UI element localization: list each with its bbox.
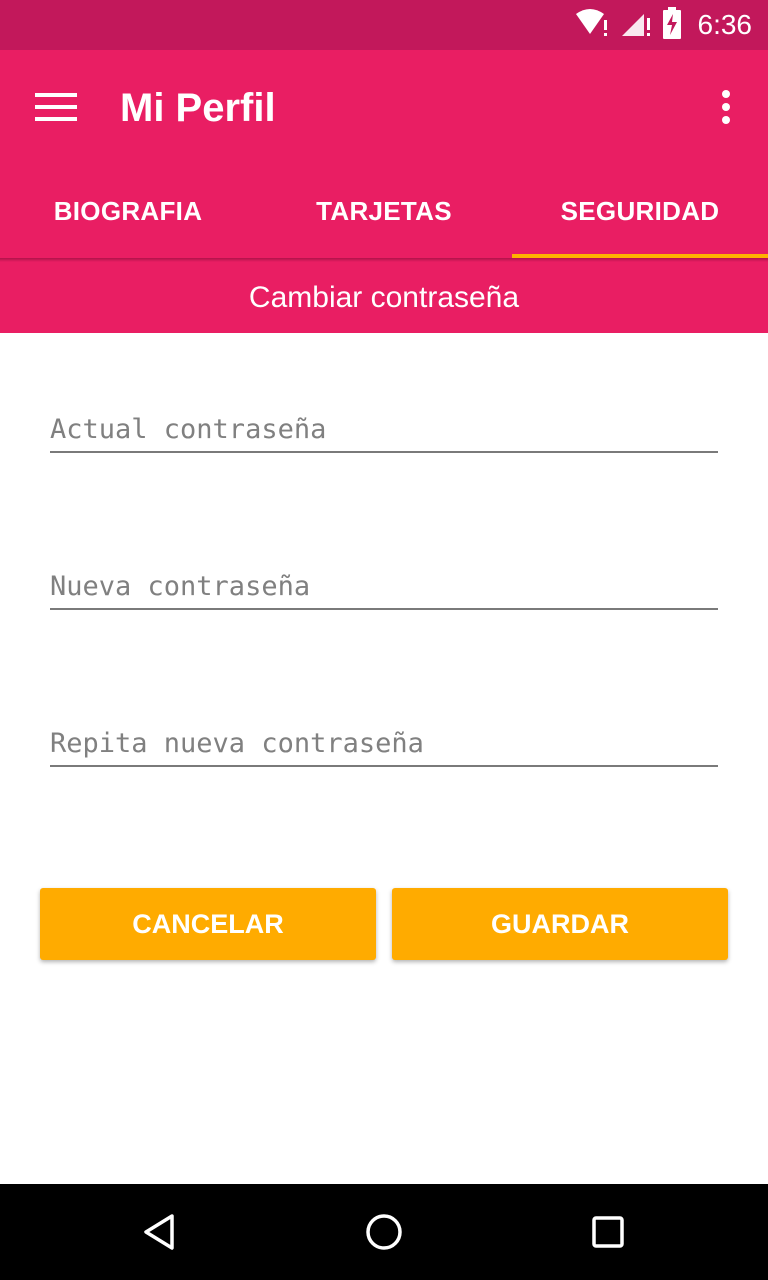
new-password-input[interactable] <box>50 571 718 602</box>
tab-label: SEGURIDAD <box>560 195 720 226</box>
signal-alert-icon <box>620 8 652 43</box>
tab-label: BIOGRAFIA <box>53 195 203 226</box>
tab-biografia[interactable]: BIOGRAFIA <box>0 164 256 258</box>
app-bar: Mi Perfil <box>0 50 768 164</box>
page-title: Mi Perfil <box>120 86 276 130</box>
home-icon[interactable] <box>336 1184 432 1280</box>
back-icon[interactable] <box>112 1184 208 1280</box>
repeat-password-field <box>50 709 718 767</box>
new-password-field <box>50 552 718 610</box>
tab-tarjetas[interactable]: TARJETAS <box>256 164 512 258</box>
tab-bar: BIOGRAFIA TARJETAS SEGURIDAD <box>0 164 768 258</box>
tab-label: TARJETAS <box>316 195 452 226</box>
wifi-alert-icon <box>574 8 610 43</box>
tab-seguridad[interactable]: SEGURIDAD <box>512 164 768 258</box>
hamburger-menu-icon[interactable] <box>22 77 90 137</box>
status-bar: 6:36 <box>0 0 768 50</box>
cancel-button[interactable]: CANCELAR <box>40 888 376 960</box>
recents-icon[interactable] <box>560 1184 656 1280</box>
status-time: 6:36 <box>697 9 753 40</box>
current-password-field <box>50 395 718 453</box>
battery-charging-icon <box>662 6 682 44</box>
repeat-password-input[interactable] <box>50 728 718 759</box>
current-password-input[interactable] <box>50 414 718 445</box>
status-icons: 6:36 <box>574 0 753 50</box>
system-nav-bar <box>0 1184 768 1280</box>
section-header: Cambiar contraseña <box>0 262 768 333</box>
save-button[interactable]: GUARDAR <box>392 888 728 960</box>
more-vert-icon[interactable] <box>702 77 750 137</box>
